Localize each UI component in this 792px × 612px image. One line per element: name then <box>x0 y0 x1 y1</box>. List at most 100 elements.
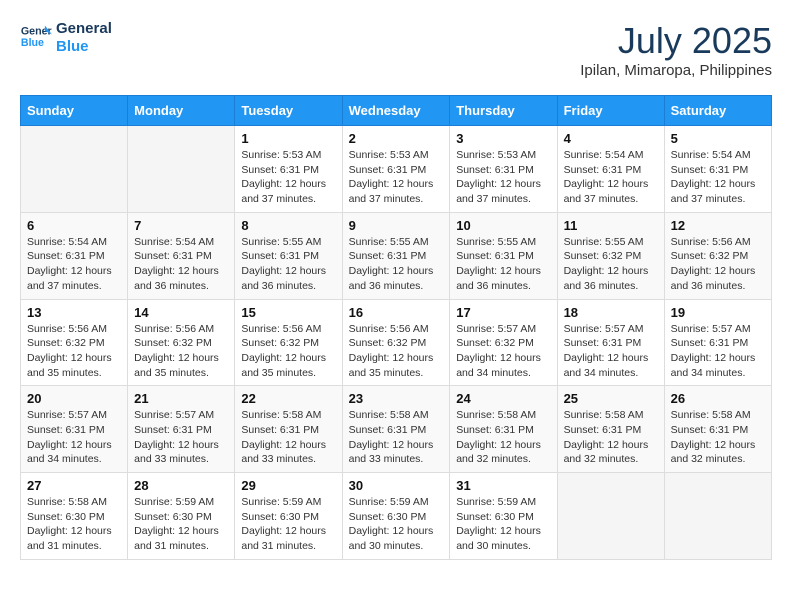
calendar-cell: 17 Sunrise: 5:57 AM Sunset: 6:32 PM Dayli… <box>450 299 557 386</box>
day-number: 1 <box>241 131 335 146</box>
day-info: Sunrise: 5:57 AM Sunset: 6:31 PM Dayligh… <box>671 322 765 381</box>
day-number: 24 <box>456 391 550 406</box>
calendar-cell: 3Sunrise: 5:53 AM Sunset: 6:31 PM Daylig… <box>450 126 557 213</box>
day-number: 12 <box>671 218 765 233</box>
day-info: Sunrise: 5:56 AM Sunset: 6:32 PM Dayligh… <box>27 322 121 381</box>
day-info: Sunrise: 5:57 AM Sunset: 6:31 PM Dayligh… <box>27 408 121 467</box>
day-info: Sunrise: 5:54 AM Sunset: 6:31 PM Dayligh… <box>134 235 228 294</box>
day-number: 20 <box>27 391 121 406</box>
day-number: 11 <box>564 218 658 233</box>
day-number: 19 <box>671 305 765 320</box>
day-info: Sunrise: 5:56 AM Sunset: 6:32 PM Dayligh… <box>241 322 335 381</box>
day-info: Sunrise: 5:54 AM Sunset: 6:31 PM Dayligh… <box>564 148 658 207</box>
calendar-cell: 4 Sunrise: 5:54 AM Sunset: 6:31 PM Daylig… <box>557 126 664 213</box>
day-number: 8 <box>241 218 335 233</box>
day-number: 3 <box>456 131 550 146</box>
calendar-cell: 18 Sunrise: 5:57 AM Sunset: 6:31 PM Dayli… <box>557 299 664 386</box>
day-info: Sunrise: 5:57 AM Sunset: 6:32 PM Dayligh… <box>456 322 550 381</box>
weekday-header-friday: Friday <box>557 96 664 126</box>
day-number: 2 <box>349 131 444 146</box>
day-number: 23 <box>349 391 444 406</box>
calendar-cell <box>557 473 664 560</box>
day-info: Sunrise: 5:58 AM Sunset: 6:31 PM Dayligh… <box>349 408 444 467</box>
calendar-week-row: 27 Sunrise: 5:58 AM Sunset: 6:30 PM Dayli… <box>21 473 772 560</box>
day-number: 27 <box>27 478 121 493</box>
title-block: July 2025 Ipilan, Mimaropa, Philippines <box>580 20 772 79</box>
day-info: Sunrise: 5:55 AM Sunset: 6:31 PM Dayligh… <box>349 235 444 294</box>
day-number: 26 <box>671 391 765 406</box>
day-info: Sunrise: 5:58 AM Sunset: 6:31 PM Dayligh… <box>456 408 550 467</box>
calendar-cell: 12Sunrise: 5:56 AM Sunset: 6:32 PM Dayli… <box>664 212 771 299</box>
day-info: Sunrise: 5:55 AM Sunset: 6:31 PM Dayligh… <box>456 235 550 294</box>
logo-line1: General <box>56 20 112 38</box>
calendar-cell: 26 Sunrise: 5:58 AM Sunset: 6:31 PM Dayli… <box>664 386 771 473</box>
calendar-cell: 5 Sunrise: 5:54 AM Sunset: 6:31 PM Daylig… <box>664 126 771 213</box>
calendar-cell: 27 Sunrise: 5:58 AM Sunset: 6:30 PM Dayli… <box>21 473 128 560</box>
calendar-cell: 22 Sunrise: 5:58 AM Sunset: 6:31 PM Dayli… <box>235 386 342 473</box>
logo-icon: General Blue <box>20 22 52 54</box>
day-number: 18 <box>564 305 658 320</box>
weekday-header-saturday: Saturday <box>664 96 771 126</box>
day-number: 4 <box>564 131 658 146</box>
day-number: 7 <box>134 218 228 233</box>
day-number: 14 <box>134 305 228 320</box>
day-info: Sunrise: 5:58 AM Sunset: 6:31 PM Dayligh… <box>241 408 335 467</box>
calendar-cell: 29 Sunrise: 5:59 AM Sunset: 6:30 PM Dayli… <box>235 473 342 560</box>
day-number: 6 <box>27 218 121 233</box>
calendar-cell: 25Sunrise: 5:58 AM Sunset: 6:31 PM Dayli… <box>557 386 664 473</box>
logo: General Blue General Blue <box>20 20 112 56</box>
day-number: 13 <box>27 305 121 320</box>
day-info: Sunrise: 5:54 AM Sunset: 6:31 PM Dayligh… <box>671 148 765 207</box>
day-info: Sunrise: 5:59 AM Sunset: 6:30 PM Dayligh… <box>241 495 335 554</box>
day-info: Sunrise: 5:57 AM Sunset: 6:31 PM Dayligh… <box>564 322 658 381</box>
weekday-header-sunday: Sunday <box>21 96 128 126</box>
day-number: 28 <box>134 478 228 493</box>
day-number: 10 <box>456 218 550 233</box>
day-number: 15 <box>241 305 335 320</box>
day-number: 21 <box>134 391 228 406</box>
calendar-header-row: SundayMondayTuesdayWednesdayThursdayFrid… <box>21 96 772 126</box>
day-info: Sunrise: 5:54 AM Sunset: 6:31 PM Dayligh… <box>27 235 121 294</box>
day-info: Sunrise: 5:58 AM Sunset: 6:31 PM Dayligh… <box>671 408 765 467</box>
calendar-week-row: 1 Sunrise: 5:53 AM Sunset: 6:31 PM Daylig… <box>21 126 772 213</box>
calendar-cell <box>664 473 771 560</box>
calendar-cell: 21 Sunrise: 5:57 AM Sunset: 6:31 PM Dayli… <box>128 386 235 473</box>
page-header: General Blue General Blue July 2025 Ipil… <box>20 20 772 79</box>
weekday-header-thursday: Thursday <box>450 96 557 126</box>
day-number: 5 <box>671 131 765 146</box>
day-number: 25 <box>564 391 658 406</box>
calendar-cell: 6 Sunrise: 5:54 AM Sunset: 6:31 PM Daylig… <box>21 212 128 299</box>
calendar-cell: 30Sunrise: 5:59 AM Sunset: 6:30 PM Dayli… <box>342 473 450 560</box>
logo-line2: Blue <box>56 38 112 56</box>
svg-text:Blue: Blue <box>21 37 44 49</box>
day-number: 16 <box>349 305 444 320</box>
day-info: Sunrise: 5:59 AM Sunset: 6:30 PM Dayligh… <box>456 495 550 554</box>
day-number: 9 <box>349 218 444 233</box>
calendar-cell: 15 Sunrise: 5:56 AM Sunset: 6:32 PM Dayli… <box>235 299 342 386</box>
calendar-week-row: 20 Sunrise: 5:57 AM Sunset: 6:31 PM Dayli… <box>21 386 772 473</box>
day-info: Sunrise: 5:53 AM Sunset: 6:31 PM Dayligh… <box>349 148 444 207</box>
day-info: Sunrise: 5:55 AM Sunset: 6:31 PM Dayligh… <box>241 235 335 294</box>
calendar-cell: 11 Sunrise: 5:55 AM Sunset: 6:32 PM Dayli… <box>557 212 664 299</box>
weekday-header-tuesday: Tuesday <box>235 96 342 126</box>
calendar-cell: 9 Sunrise: 5:55 AM Sunset: 6:31 PM Daylig… <box>342 212 450 299</box>
day-info: Sunrise: 5:59 AM Sunset: 6:30 PM Dayligh… <box>349 495 444 554</box>
day-info: Sunrise: 5:58 AM Sunset: 6:30 PM Dayligh… <box>27 495 121 554</box>
calendar-cell: 10 Sunrise: 5:55 AM Sunset: 6:31 PM Dayli… <box>450 212 557 299</box>
calendar-cell: 28 Sunrise: 5:59 AM Sunset: 6:30 PM Dayli… <box>128 473 235 560</box>
day-number: 22 <box>241 391 335 406</box>
day-info: Sunrise: 5:56 AM Sunset: 6:32 PM Dayligh… <box>134 322 228 381</box>
day-info: Sunrise: 5:59 AM Sunset: 6:30 PM Dayligh… <box>134 495 228 554</box>
calendar-table: SundayMondayTuesdayWednesdayThursdayFrid… <box>20 95 772 560</box>
calendar-cell: 13 Sunrise: 5:56 AM Sunset: 6:32 PM Dayli… <box>21 299 128 386</box>
day-number: 17 <box>456 305 550 320</box>
day-info: Sunrise: 5:57 AM Sunset: 6:31 PM Dayligh… <box>134 408 228 467</box>
day-info: Sunrise: 5:53 AM Sunset: 6:31 PM Dayligh… <box>241 148 335 207</box>
calendar-cell: 24 Sunrise: 5:58 AM Sunset: 6:31 PM Dayli… <box>450 386 557 473</box>
location-subtitle: Ipilan, Mimaropa, Philippines <box>580 62 772 79</box>
day-number: 29 <box>241 478 335 493</box>
calendar-week-row: 6 Sunrise: 5:54 AM Sunset: 6:31 PM Daylig… <box>21 212 772 299</box>
weekday-header-wednesday: Wednesday <box>342 96 450 126</box>
month-year-title: July 2025 <box>580 20 772 62</box>
day-info: Sunrise: 5:55 AM Sunset: 6:32 PM Dayligh… <box>564 235 658 294</box>
